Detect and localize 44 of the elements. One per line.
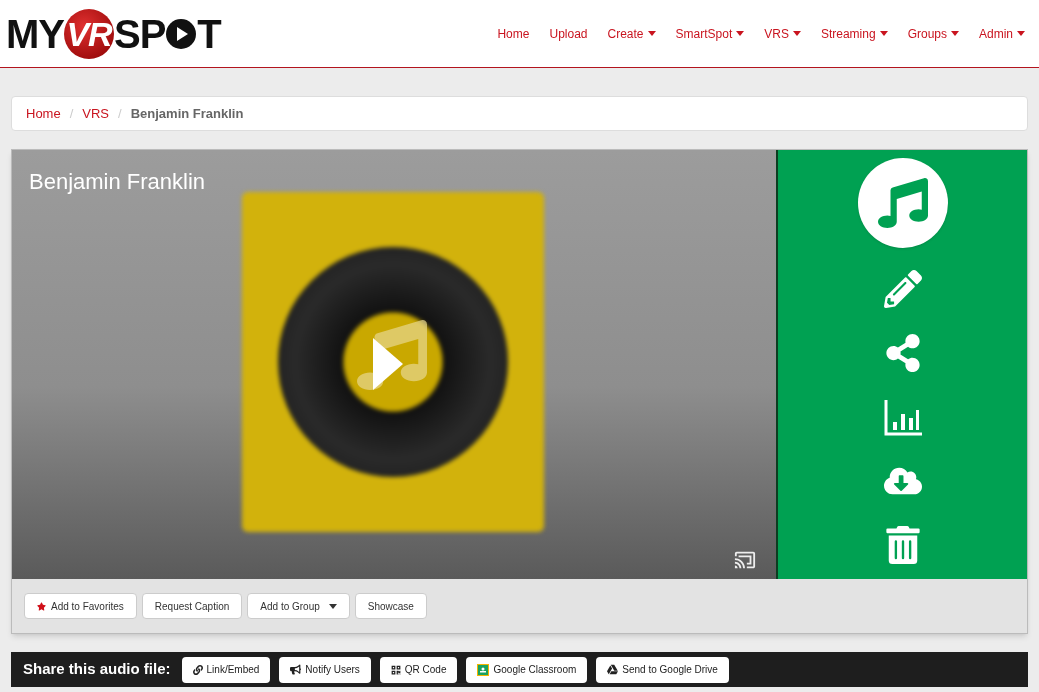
trash-icon[interactable] [883,526,922,564]
breadcrumb-separator: / [69,104,74,123]
share-button[interactable]: Send to Google Drive [596,656,729,683]
share-button[interactable]: Link/Embed [181,656,271,683]
classroom-icon [477,663,490,676]
breadcrumb-link[interactable]: VRS [82,103,110,124]
play-icon[interactable] [373,338,403,390]
bar-chart-icon[interactable] [883,398,922,436]
nav-link[interactable]: Streaming [820,24,888,43]
caret-icon [951,31,959,36]
cast-icon[interactable] [734,549,756,571]
share-button[interactable]: Notify Users [279,656,371,683]
nav-link[interactable]: Create [607,24,656,43]
logo[interactable]: MYVRSP T [6,8,221,59]
nav-link[interactable]: Upload [549,24,588,43]
action-button[interactable]: Showcase [354,593,427,619]
action-button[interactable]: Add to Favorites [24,593,137,619]
qr-code-icon [390,664,401,675]
media-title: Benjamin Franklin [29,168,206,196]
star-icon [37,601,46,611]
caret-icon [647,31,656,36]
action-button[interactable]: Request Caption [141,593,243,619]
share-button[interactable]: Google Classroom [466,656,588,683]
nav-link[interactable]: Home [497,24,530,43]
share-icon[interactable] [883,334,922,372]
music-note-icon [877,178,928,228]
link-icon [192,664,203,675]
nav-link[interactable]: Admin [979,24,1025,43]
caret-icon [328,603,337,609]
megaphone-icon [290,664,302,675]
caret-icon [1017,31,1025,36]
nav-link[interactable]: SmartSpot [675,24,745,43]
breadcrumb-separator: / [118,104,122,123]
caret-icon [879,31,888,36]
share-label: Share this audio file: [23,659,171,680]
share-button[interactable]: QR Code [379,656,458,683]
action-button[interactable]: Add to Group [247,593,350,619]
caret-icon [736,31,745,36]
nav-link[interactable]: Groups [907,24,959,43]
breadcrumb-link[interactable]: Home [26,103,61,124]
caret-icon [792,31,801,36]
drive-icon [607,664,619,675]
nav-link[interactable]: VRS [764,24,801,43]
pencil-icon[interactable] [883,270,922,308]
